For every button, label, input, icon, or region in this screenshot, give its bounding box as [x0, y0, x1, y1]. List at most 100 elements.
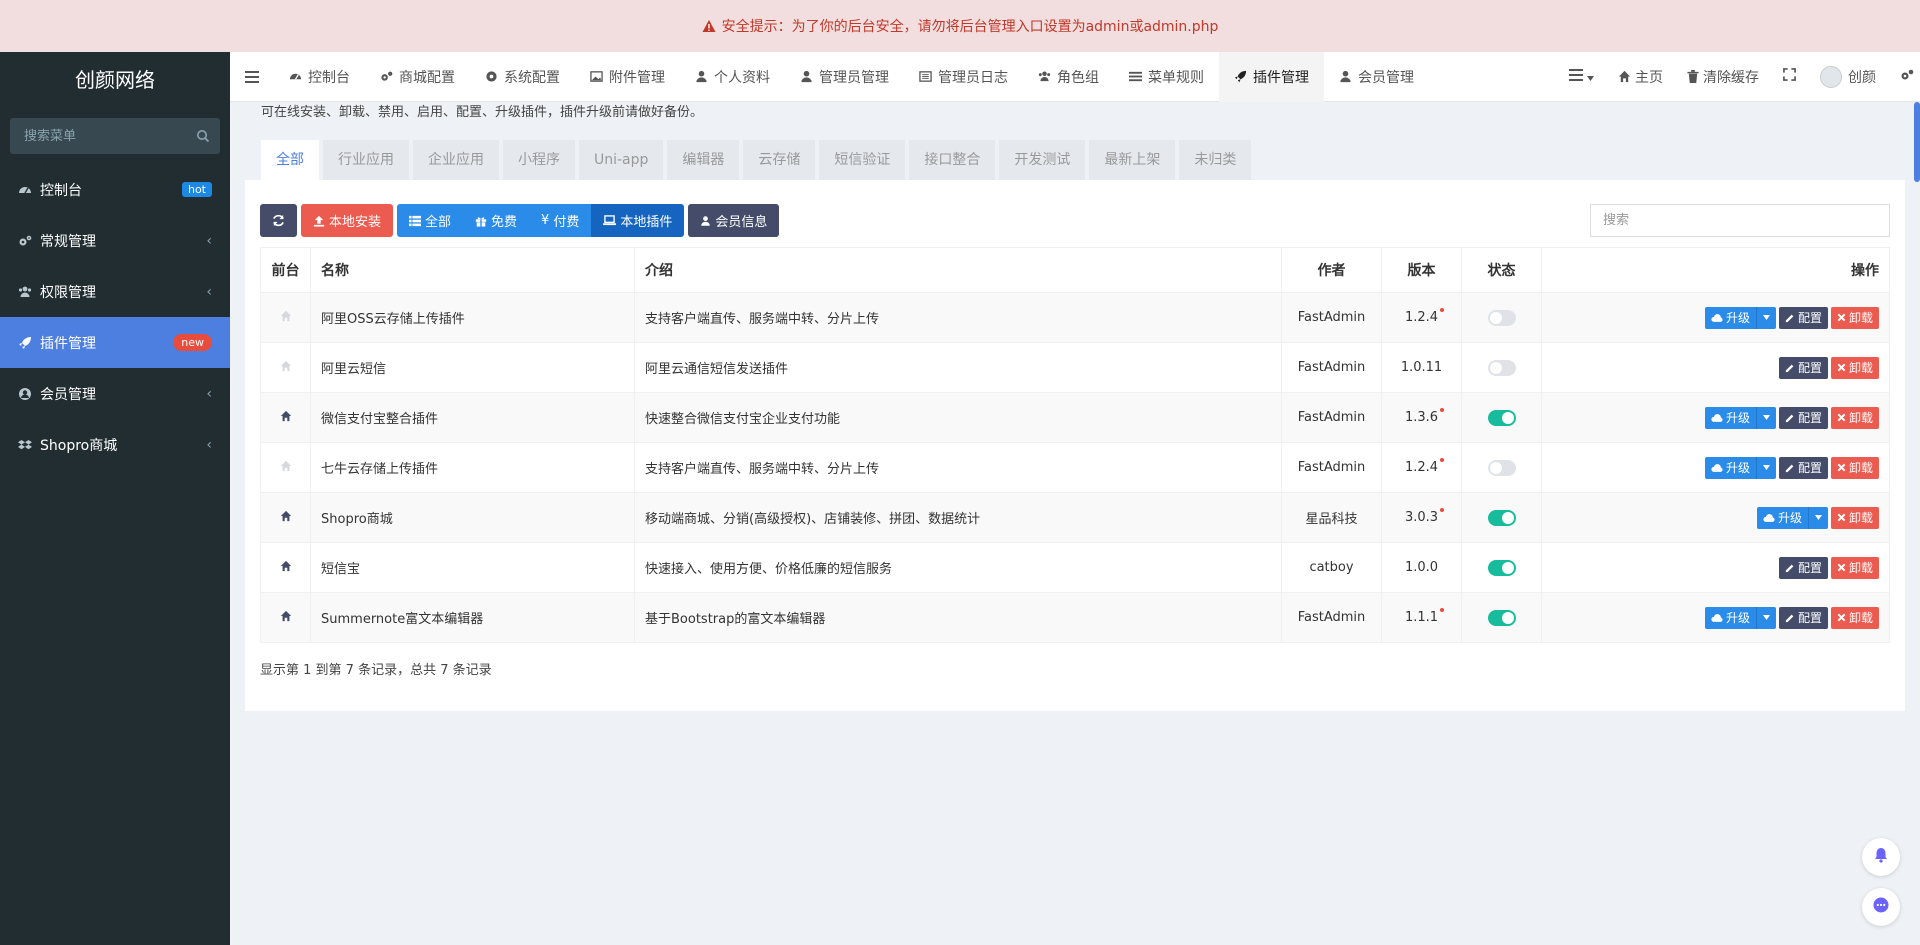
local-plugins-button[interactable]: 本地插件 [591, 204, 685, 237]
config-button[interactable]: 配置 [1778, 406, 1828, 429]
uninstall-button[interactable]: 卸载 [1830, 456, 1879, 479]
config-button[interactable]: 配置 [1778, 456, 1828, 479]
sidebar-item-general[interactable]: 常规管理 ‹ [0, 215, 230, 266]
col-version[interactable]: 版本 [1381, 247, 1462, 293]
user-menu[interactable]: 创颜 [1808, 52, 1888, 102]
tab-system-config[interactable]: 系统配置 [470, 52, 575, 102]
category-tab-api[interactable]: 接口整合 [909, 140, 996, 180]
tab-members[interactable]: 会员管理 [1324, 52, 1429, 102]
caret-down-icon[interactable] [1807, 506, 1828, 529]
tab-admin-logs[interactable]: 管理员日志 [904, 52, 1023, 102]
col-ops[interactable]: 操作 [1541, 247, 1890, 293]
config-button[interactable]: 配置 [1778, 306, 1828, 329]
col-intro[interactable]: 介绍 [634, 247, 1282, 293]
page-scrollbar[interactable] [1914, 102, 1920, 182]
search-icon[interactable] [196, 129, 210, 143]
status-toggle[interactable] [1487, 459, 1516, 476]
col-front[interactable]: 前台 [260, 247, 311, 293]
status-toggle[interactable] [1487, 509, 1516, 526]
caret-down-icon[interactable] [1755, 606, 1776, 629]
front-cell[interactable] [260, 492, 311, 543]
table-search-input[interactable] [1590, 204, 1890, 237]
front-cell[interactable] [260, 292, 311, 343]
category-tab-uncategorized[interactable]: 未归类 [1179, 140, 1252, 180]
front-cell[interactable] [260, 392, 311, 443]
category-tab-latest[interactable]: 最新上架 [1089, 140, 1176, 180]
sidebar-item-members[interactable]: 会员管理 ‹ [0, 368, 230, 419]
filter-all-button[interactable]: 全部 [397, 204, 464, 237]
status-toggle[interactable] [1487, 609, 1516, 626]
col-author[interactable]: 作者 [1281, 247, 1382, 293]
caret-down-icon[interactable] [1755, 406, 1776, 429]
author-cell[interactable]: FastAdmin [1281, 392, 1382, 443]
uninstall-button[interactable]: 卸载 [1830, 606, 1879, 629]
category-tab-editor[interactable]: 编辑器 [667, 140, 740, 180]
config-button[interactable]: 配置 [1778, 606, 1828, 629]
upgrade-button[interactable]: 升级 [1704, 606, 1776, 629]
category-tab-devtest[interactable]: 开发测试 [999, 140, 1086, 180]
uninstall-button[interactable]: 卸载 [1830, 306, 1879, 329]
upgrade-button[interactable]: 升级 [1756, 506, 1828, 529]
uninstall-button[interactable]: 卸载 [1830, 406, 1879, 429]
refresh-button[interactable] [260, 204, 297, 237]
home-link[interactable]: 主页 [1606, 52, 1675, 102]
logo[interactable]: 创颜网络 [0, 52, 230, 104]
sidebar-item-permission[interactable]: 权限管理 ‹ [0, 266, 230, 317]
author-cell[interactable]: FastAdmin [1281, 592, 1382, 643]
front-cell[interactable] [260, 542, 311, 593]
caret-down-icon[interactable] [1755, 306, 1776, 329]
author-cell[interactable]: catboy [1281, 542, 1382, 593]
col-status[interactable]: 状态 [1461, 247, 1542, 293]
tab-profile[interactable]: 个人资料 [680, 52, 785, 102]
category-tab-uniapp[interactable]: Uni-app [579, 140, 664, 180]
upgrade-button[interactable]: 升级 [1704, 306, 1776, 329]
front-cell[interactable] [260, 342, 311, 393]
status-toggle[interactable] [1487, 359, 1516, 376]
status-toggle[interactable] [1487, 409, 1516, 426]
sidebar-toggle-icon[interactable] [230, 52, 274, 102]
upgrade-button[interactable]: 升级 [1704, 456, 1776, 479]
clear-cache-button[interactable]: 清除缓存 [1675, 52, 1771, 102]
category-tab-all[interactable]: 全部 [261, 140, 319, 180]
local-install-button[interactable]: 本地安装 [301, 204, 394, 237]
uninstall-button[interactable]: 卸载 [1830, 506, 1879, 529]
uninstall-button[interactable]: 卸载 [1830, 356, 1879, 379]
settings-button[interactable] [1888, 52, 1920, 102]
tab-attachments[interactable]: 附件管理 [575, 52, 680, 102]
tab-shop-config[interactable]: 商城配置 [365, 52, 470, 102]
front-cell[interactable] [260, 592, 311, 643]
category-tab-sms[interactable]: 短信验证 [819, 140, 906, 180]
tab-menu-rules[interactable]: 菜单规则 [1114, 52, 1219, 102]
member-info-button[interactable]: 会员信息 [688, 204, 780, 237]
config-button[interactable]: 配置 [1778, 556, 1828, 579]
tab-admins[interactable]: 管理员管理 [785, 52, 904, 102]
front-cell[interactable] [260, 442, 311, 493]
author-cell[interactable]: FastAdmin [1281, 342, 1382, 393]
category-tab-industry[interactable]: 行业应用 [323, 140, 409, 180]
fullscreen-button[interactable] [1771, 52, 1808, 102]
filter-paid-button[interactable]: ¥ 付费 [529, 204, 592, 237]
more-tabs-dropdown[interactable] [1557, 52, 1606, 102]
upgrade-button[interactable]: 升级 [1704, 406, 1776, 429]
category-tab-storage[interactable]: 云存储 [743, 140, 816, 180]
sidebar-item-dashboard[interactable]: 控制台 hot [0, 164, 230, 215]
col-name[interactable]: 名称 [310, 247, 635, 293]
category-tab-miniprogram[interactable]: 小程序 [503, 140, 575, 180]
category-tab-enterprise[interactable]: 企业应用 [413, 140, 499, 180]
sidebar-item-shopro[interactable]: Shopro商城 ‹ [0, 419, 230, 470]
tab-roles[interactable]: 角色组 [1023, 52, 1114, 102]
sidebar-item-plugins[interactable]: 插件管理 new [0, 317, 230, 368]
uninstall-button[interactable]: 卸载 [1830, 556, 1879, 579]
author-cell[interactable]: 星品科技 [1281, 492, 1382, 543]
caret-down-icon[interactable] [1755, 456, 1776, 479]
notification-button[interactable] [1862, 838, 1900, 876]
status-toggle[interactable] [1487, 309, 1516, 326]
config-button[interactable]: 配置 [1778, 356, 1828, 379]
chat-button[interactable] [1862, 888, 1900, 926]
menu-search-input[interactable] [22, 127, 196, 145]
tab-dashboard[interactable]: 控制台 [274, 52, 365, 102]
author-cell[interactable]: FastAdmin [1281, 292, 1382, 343]
tab-plugins[interactable]: 插件管理 [1219, 51, 1324, 102]
status-toggle[interactable] [1487, 559, 1516, 576]
author-cell[interactable]: FastAdmin [1281, 442, 1382, 493]
